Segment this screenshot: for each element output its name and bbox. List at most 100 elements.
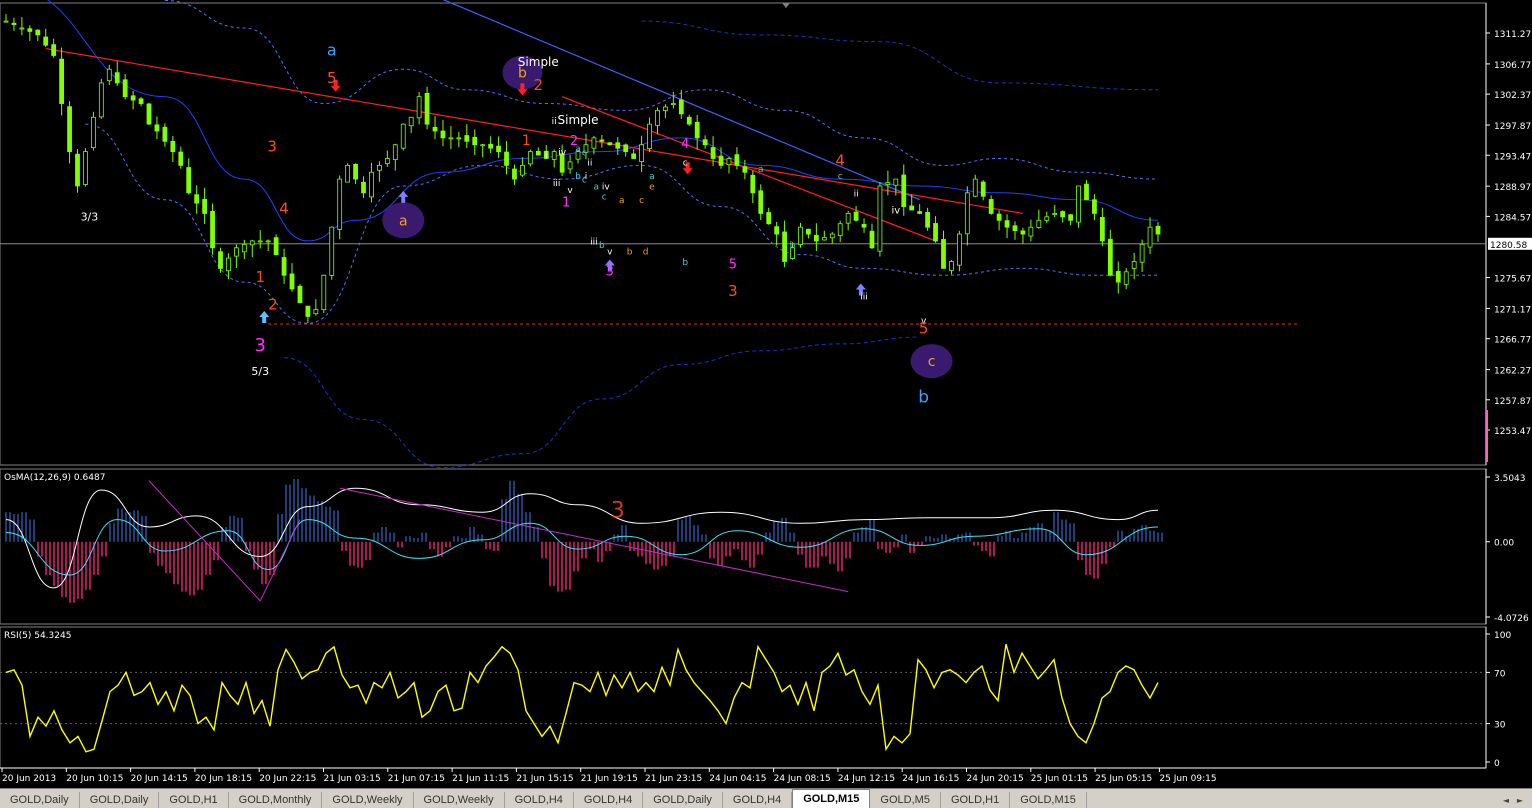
candle-body — [218, 251, 223, 269]
chart-tab-bar: GOLD,Daily GOLD,Daily GOLD,H1 GOLD,Monthly G… — [0, 788, 1532, 808]
candle-body — [83, 151, 88, 185]
wave-label: 3 — [606, 264, 614, 279]
osma-title: OsMA(12,26,9) 0.6487 — [4, 473, 105, 483]
chart-tab[interactable]: GOLD,Daily — [80, 792, 160, 808]
wave-label: a — [649, 172, 655, 182]
candle-body — [1068, 214, 1073, 221]
wave-ellipse-label: c — [928, 354, 936, 370]
candle-body — [11, 22, 17, 25]
candle-body — [615, 142, 621, 149]
candle-body — [1147, 226, 1153, 248]
time-tick-label: 24 Jun 12:15 — [838, 774, 895, 784]
candle-body — [234, 247, 239, 257]
chart-tab[interactable]: GOLD,Weekly — [414, 792, 505, 808]
wave-label: 2 — [534, 76, 544, 94]
candle-body — [456, 137, 462, 140]
candle-body — [384, 158, 390, 164]
price-tick-label: 1297.87 — [1494, 122, 1531, 132]
time-tick-label: 20 Jun 10:15 — [66, 774, 123, 784]
chart-tab[interactable]: GOLD,M15 — [1010, 792, 1087, 808]
wave-label: iii — [860, 292, 868, 302]
candle-body — [226, 257, 231, 272]
candle-body — [43, 36, 49, 46]
tab-scroll-left-button[interactable]: ◄ — [1500, 794, 1512, 806]
candle-body — [488, 143, 494, 149]
price-tick-label: 1257.87 — [1494, 397, 1531, 407]
wave-label: a — [594, 182, 600, 192]
candle-body — [718, 155, 724, 166]
price-tick-label: 1275.67 — [1494, 275, 1531, 285]
wave-label: 3/3 — [81, 210, 99, 223]
candle-body — [91, 116, 96, 149]
candle-body — [1092, 199, 1097, 214]
chart-tab-active[interactable]: GOLD,M15 — [792, 789, 871, 808]
candle-body — [3, 20, 9, 23]
bollinger-lower-line — [85, 123, 1158, 324]
wave-label: 2 — [268, 296, 278, 314]
candle-body — [623, 144, 629, 153]
candle-body — [869, 230, 875, 249]
candle-body — [440, 130, 446, 139]
wave-label: iii — [553, 179, 561, 189]
candle-body — [448, 137, 454, 140]
candle-body — [400, 123, 406, 149]
time-tick-label: 20 Jun 2013 — [2, 774, 56, 784]
candle-body — [845, 213, 851, 224]
candle-body — [424, 92, 430, 125]
wave-label: ii — [854, 189, 859, 199]
candle-body — [925, 211, 930, 228]
chart-tab[interactable]: GOLD,Daily — [643, 792, 723, 808]
candle-body — [655, 110, 660, 126]
wave-label: a — [327, 40, 337, 59]
chart-tab[interactable]: GOLD,H1 — [941, 792, 1011, 808]
candle-body — [742, 166, 748, 173]
chart-tab[interactable]: GOLD,Daily — [0, 792, 80, 808]
candle-body — [631, 153, 637, 159]
wave-label: i — [545, 151, 548, 161]
tab-scroll-right-button[interactable]: ► — [1514, 794, 1526, 806]
chart-tab[interactable]: GOLD,Weekly — [322, 792, 414, 808]
candle-body — [432, 126, 438, 132]
candle-body — [988, 199, 994, 214]
candle-body — [472, 136, 478, 146]
wave-label: b — [918, 387, 929, 407]
chart-tab[interactable]: GOLD,M5 — [870, 792, 941, 808]
chart-window[interactable]: 1311.27 1306.77 1302.37 1297.87 1293.47 1288.… — [0, 0, 1532, 807]
chart-tab[interactable]: GOLD,H4 — [574, 792, 644, 808]
candle-body — [678, 99, 684, 115]
candle-body — [138, 98, 144, 104]
time-tick-label: 21 Jun 15:15 — [516, 774, 573, 784]
chart-tab[interactable]: GOLD,Monthly — [229, 792, 323, 808]
price-tick-label: 1306.77 — [1494, 61, 1531, 71]
candle-body — [194, 194, 200, 204]
wave-label: v — [567, 186, 573, 196]
scroll-marker-icon — [782, 3, 790, 8]
time-tick-label: 21 Jun 03:15 — [324, 774, 381, 784]
candle-body — [512, 168, 517, 180]
candle-body — [837, 223, 843, 237]
candle-body — [591, 137, 597, 149]
candle-body — [647, 123, 652, 150]
candle-body — [35, 29, 41, 36]
chart-tab[interactable]: GOLD,H4 — [723, 792, 793, 808]
price-tick-label: 1302.37 — [1494, 91, 1531, 101]
candle-body — [774, 226, 780, 235]
candle-body — [710, 147, 716, 159]
chart-tab[interactable]: GOLD,H4 — [505, 792, 574, 808]
osma-tick-label: 3.5043 — [1494, 474, 1526, 484]
candle-body — [1052, 213, 1058, 215]
arrow-up-icon — [398, 190, 409, 203]
candle-body — [980, 181, 986, 197]
osma-wave-label: 3 — [611, 499, 625, 524]
chart-canvas[interactable]: 1311.27 1306.77 1302.37 1297.87 1293.47 1288.… — [0, 0, 1532, 788]
candle-body — [1028, 226, 1034, 237]
candle-body — [305, 305, 311, 317]
candle-body — [551, 151, 557, 160]
chart-tab[interactable]: GOLD,H1 — [159, 792, 229, 808]
candle-body — [1076, 185, 1081, 223]
candle-body — [639, 144, 644, 162]
wave-label: c — [602, 193, 607, 203]
candle-body — [933, 223, 938, 242]
candle-body — [750, 174, 756, 194]
candle-body — [1020, 230, 1026, 235]
